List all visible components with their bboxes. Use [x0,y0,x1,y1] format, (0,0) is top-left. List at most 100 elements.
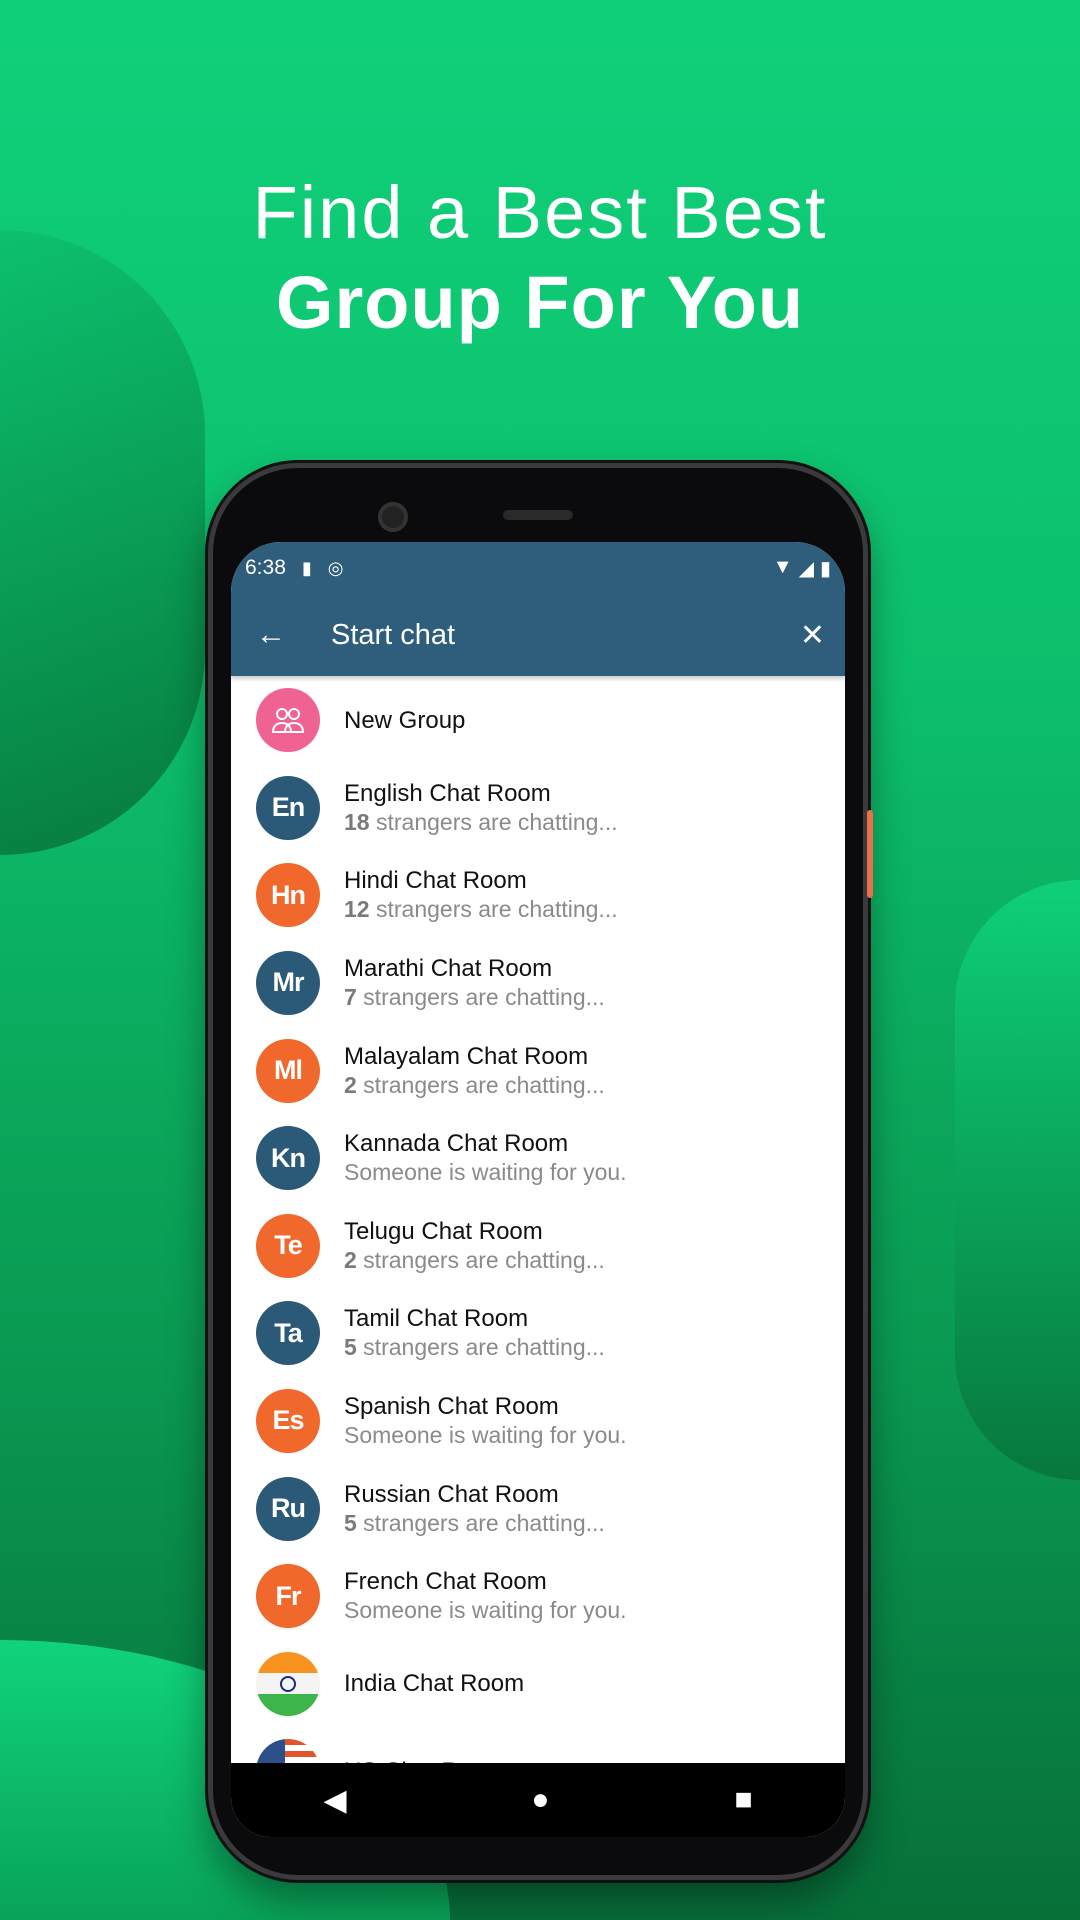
stranger-count: 18 [344,808,370,835]
room-text: Malayalam Chat Room 2 strangers are chatt… [344,1042,605,1100]
list-item[interactable]: En English Chat Room 18 strangers are chat… [231,764,845,852]
stranger-count: 5 [344,1334,357,1361]
stranger-count: 7 [344,983,357,1010]
room-name: English Chat Room [344,779,551,807]
list-item[interactable]: Fr French Chat Room Someone is waiting for… [231,1552,845,1640]
list-item[interactable]: Ml Malayalam Chat Room 2 strangers are cha… [231,1027,845,1115]
status-text: strangers are chatting... [356,983,605,1010]
phone-screen: 6:38 ▮ ◎ ▼ ◢ ▮ ← Start chat ✕ New Group E… [231,542,845,1837]
status-text: strangers are chatting... [369,896,618,923]
avatar-letters: Kn [271,1142,306,1173]
page-title: Start chat [331,618,456,651]
room-status: Someone is waiting for you. [344,1158,627,1187]
notification-icon: ◎ [327,557,344,578]
room-text: New Group [344,706,465,735]
room-name: Malayalam Chat Room [344,1042,589,1070]
room-name: French Chat Room [344,1568,547,1596]
headline-line1: Find a Best Best [252,171,828,254]
room-avatar: Ml [256,1038,320,1103]
nav-back-icon[interactable]: ◀ [323,1783,346,1818]
battery-icon: ▮ [819,557,831,580]
room-text: Telugu Chat Room 2 strangers are chatting… [344,1217,605,1275]
room-status: 18 strangers are chatting... [344,808,618,837]
arrow-left-icon[interactable]: ← [236,618,306,652]
india-flag-icon [256,1651,320,1716]
speaker [503,510,573,520]
avatar-letters: Fr [275,1580,302,1611]
camera-icon [378,502,408,532]
list-item[interactable]: New Group [231,676,845,764]
close-icon[interactable]: ✕ [800,618,825,653]
room-status: 7 strangers are chatting... [344,983,605,1012]
headline-line2: Group For You [275,261,805,344]
signal-icon: ◢ [798,557,814,580]
status-text: strangers are chatting... [369,808,618,835]
navigation-bar: ◀ ● ■ [231,1763,845,1837]
status-text: strangers are chatting... [356,1246,605,1273]
list-item[interactable]: Ru Russian Chat Room 5 strangers are chatt… [231,1465,845,1553]
avatar-letters: Te [274,1230,302,1261]
status-text: strangers are chatting... [356,1509,605,1536]
stranger-count: 5 [344,1509,357,1536]
nav-home-icon[interactable]: ● [531,1783,549,1817]
room-status: Someone is waiting for you. [344,1421,627,1450]
room-status: 12 strangers are chatting... [344,895,618,924]
stranger-count: 2 [344,1071,357,1098]
status-text: Someone is waiting for you. [344,1159,627,1186]
room-name: Tamil Chat Room [344,1305,529,1333]
status-text: Someone is waiting for you. [344,1421,627,1448]
room-text: Marathi Chat Room 7 strangers are chattin… [344,954,605,1012]
list-item[interactable]: Mr Marathi Chat Room 7 strangers are chatt… [231,939,845,1027]
room-text: Kannada Chat Room Someone is waiting for … [344,1129,627,1187]
list-item[interactable]: Ta Tamil Chat Room 5 strangers are chattin… [231,1290,845,1378]
group-icon [256,688,320,752]
room-text: English Chat Room 18 strangers are chatti… [344,779,618,837]
list-item[interactable]: Hn Hindi Chat Room 12 strangers are chatti… [231,852,845,940]
status-text: Someone is waiting for you. [344,1597,627,1624]
status-time: 6:38 [245,556,286,579]
avatar-letters: Hn [271,879,306,910]
room-text: India Chat Room [344,1669,524,1698]
status-text: strangers are chatting... [356,1334,605,1361]
room-name: Telugu Chat Room [344,1217,543,1245]
room-name: New Group [344,706,466,734]
room-name: Marathi Chat Room [344,954,553,982]
room-status: Someone is waiting for you. [344,1596,627,1625]
stranger-count: 12 [344,896,370,923]
decorative-circle [955,880,1080,1480]
list-item[interactable]: Te Telugu Chat Room 2 strangers are chatti… [231,1202,845,1290]
room-text: Hindi Chat Room 12 strangers are chatting… [344,866,618,924]
room-avatar: Mr [256,950,320,1015]
headline: Find a Best Best Group For You [0,168,1080,348]
room-status: 2 strangers are chatting... [344,1246,605,1275]
room-name: Kannada Chat Room [344,1130,569,1158]
status-text: strangers are chatting... [356,1071,605,1098]
list-item[interactable]: India Chat Room [231,1640,845,1728]
room-avatar: Ta [256,1301,320,1366]
list-item[interactable]: Kn Kannada Chat Room Someone is waiting fo… [231,1114,845,1202]
room-avatar: Ru [256,1476,320,1541]
room-text: French Chat Room Someone is waiting for y… [344,1567,627,1625]
wifi-icon: ▼ [772,555,793,578]
room-avatar: En [256,775,320,840]
nav-recents-icon[interactable]: ■ [734,1783,752,1817]
sd-card-icon: ▮ [301,557,312,578]
room-name: India Chat Room [344,1670,525,1698]
room-avatar: Es [256,1388,320,1453]
room-list: New Group En English Chat Room 18 strangers… [231,676,845,1815]
room-status: 2 strangers are chatting... [344,1071,605,1100]
room-status: 5 strangers are chatting... [344,1333,605,1362]
room-avatar: Te [256,1213,320,1278]
avatar-letters: Es [272,1405,304,1436]
room-status: 5 strangers are chatting... [344,1509,605,1538]
room-name: Spanish Chat Room [344,1392,559,1420]
room-text: Spanish Chat Room Someone is waiting for … [344,1392,627,1450]
room-avatar: Fr [256,1564,320,1629]
list-item[interactable]: Es Spanish Chat Room Someone is waiting fo… [231,1377,845,1465]
avatar-letters: Ta [274,1317,302,1348]
room-name: Hindi Chat Room [344,867,527,895]
room-avatar: Hn [256,863,320,928]
room-avatar: Kn [256,1126,320,1191]
power-button [867,810,873,898]
avatar-letters: En [271,792,306,823]
